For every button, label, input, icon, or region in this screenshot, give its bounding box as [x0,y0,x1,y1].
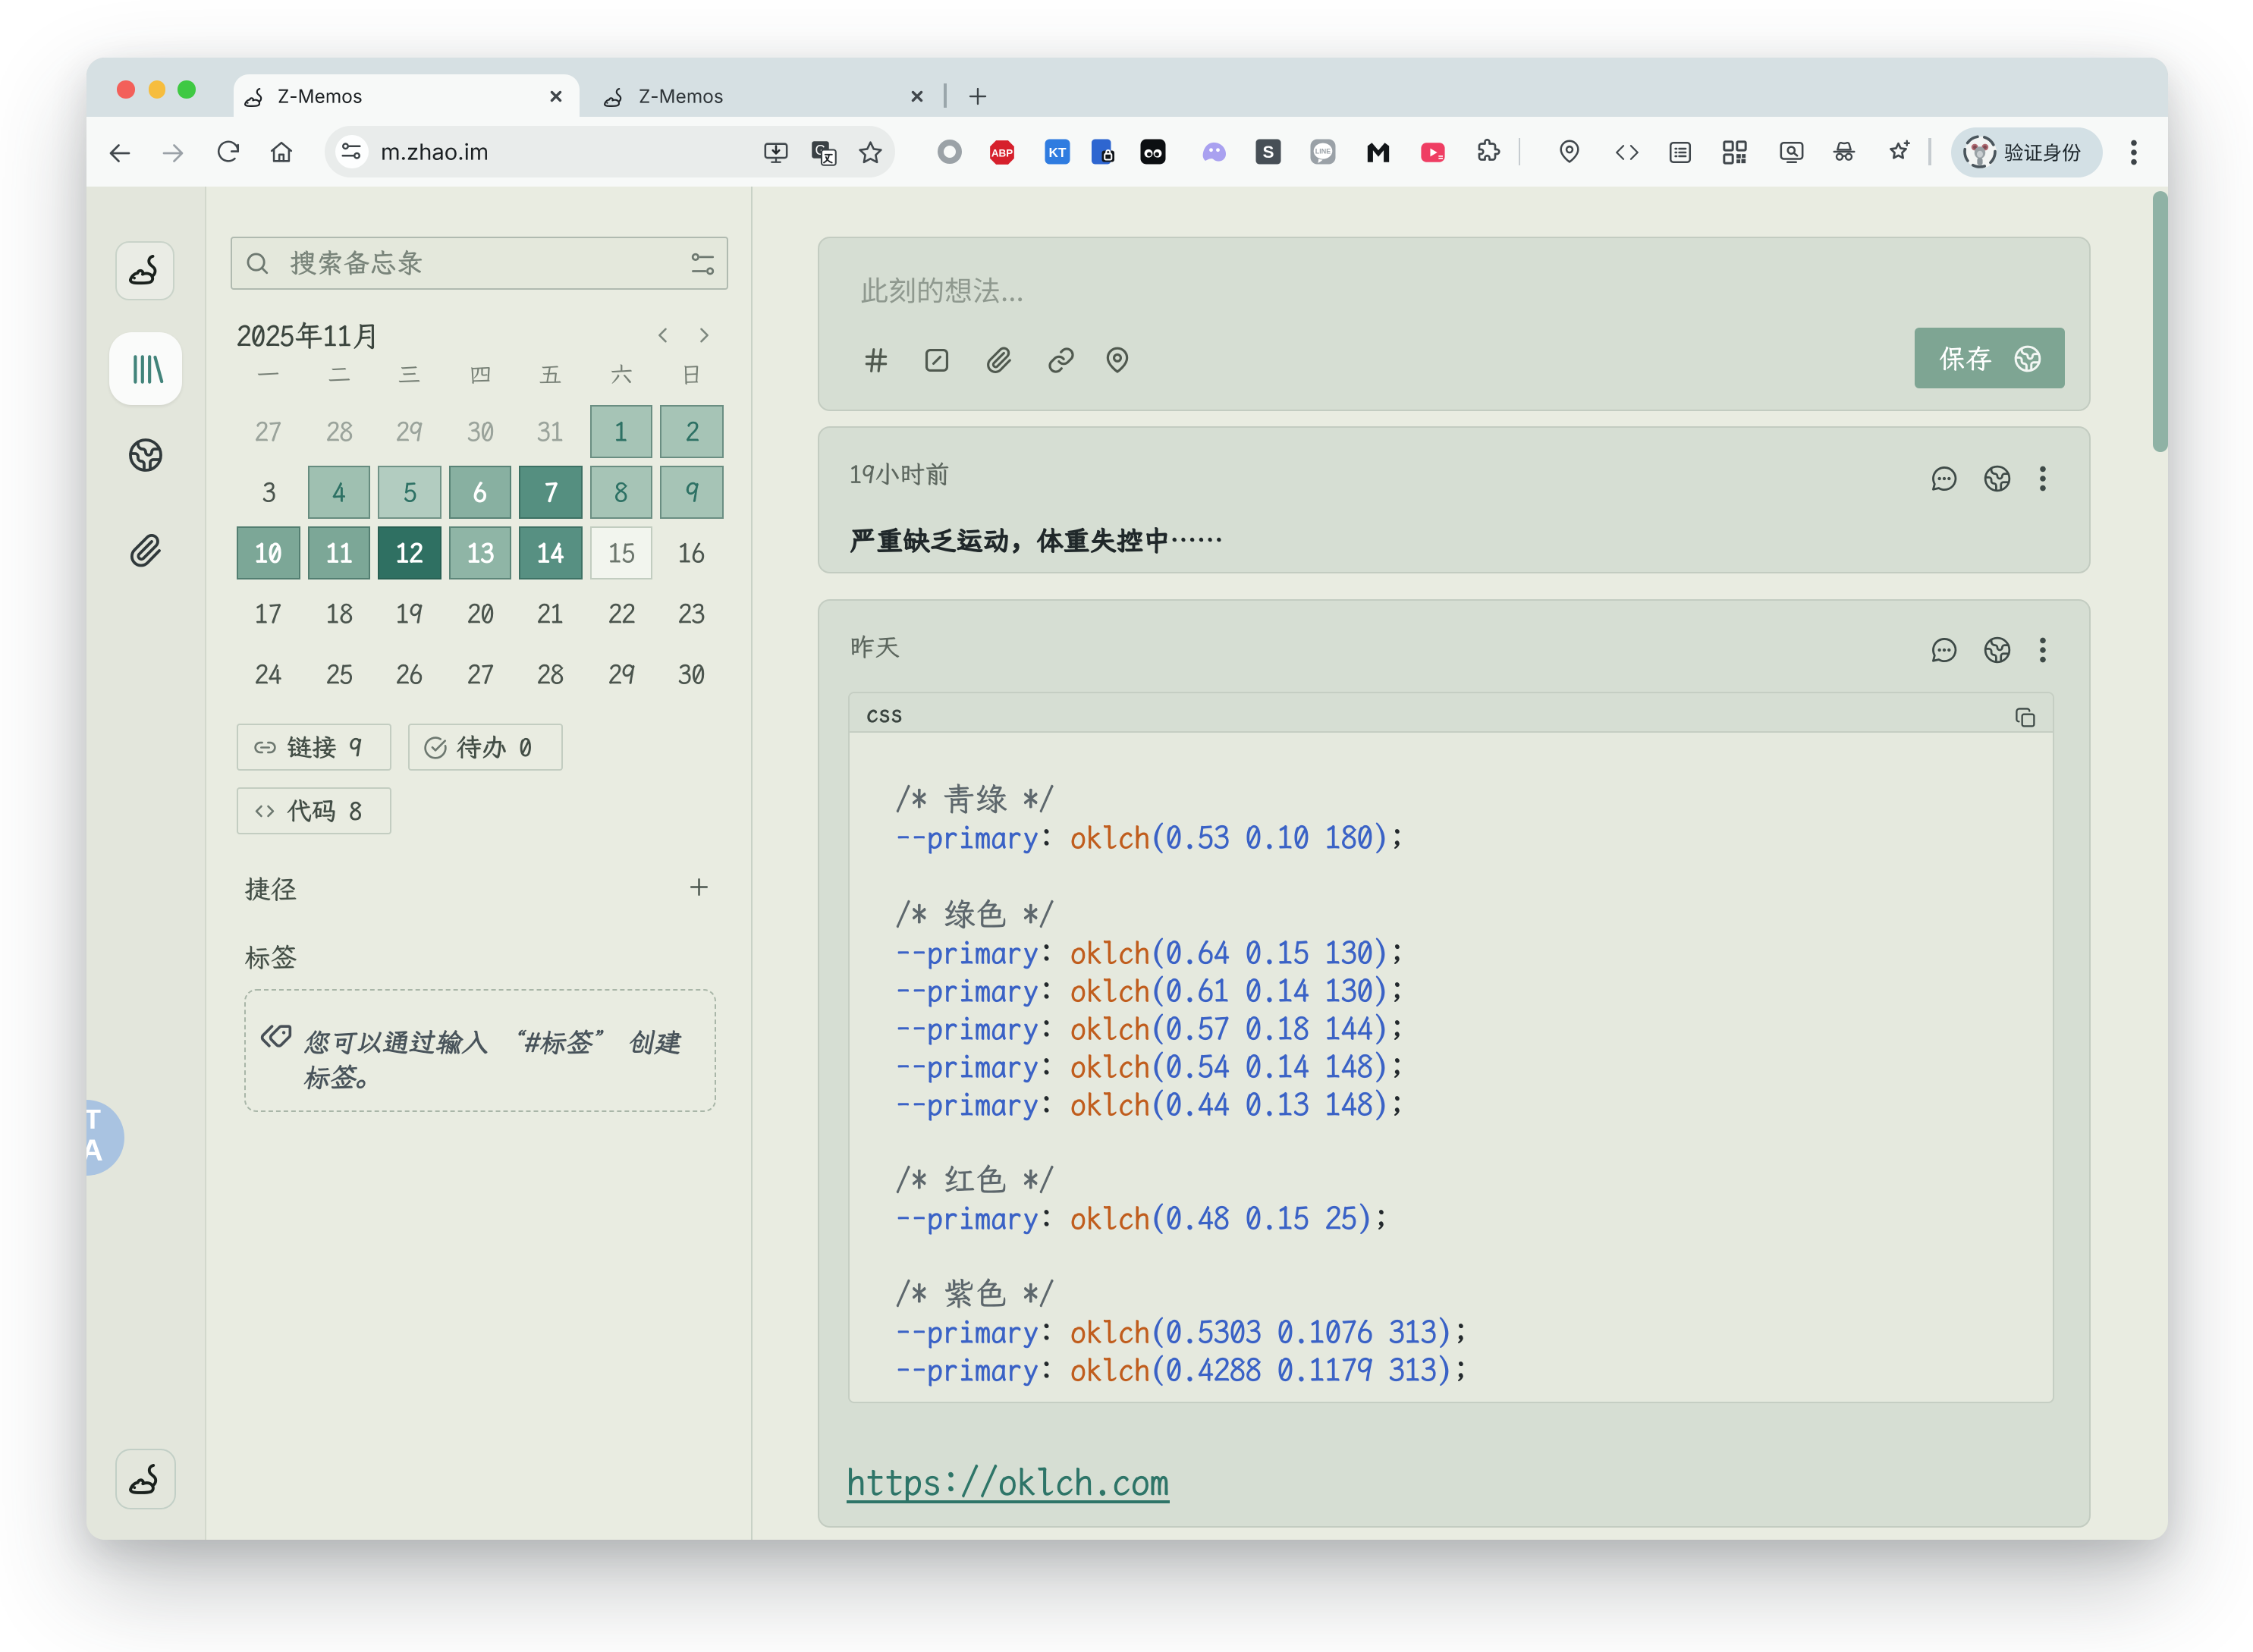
svg-text:S: S [1262,143,1274,162]
svg-text:KT: KT [1048,145,1066,160]
svg-text:LINE: LINE [1315,148,1331,155]
svg-text:ABP: ABP [991,147,1013,159]
